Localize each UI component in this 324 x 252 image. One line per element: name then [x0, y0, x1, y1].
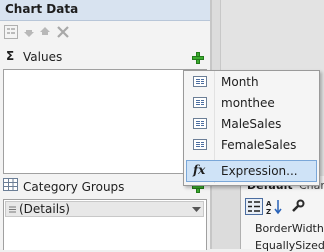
categorized-icon[interactable]	[245, 198, 263, 215]
field-icon	[193, 97, 207, 108]
menu-item-label: MaleSales	[221, 117, 282, 131]
menu-item-label: FemaleSales	[221, 138, 297, 152]
category-group-label: (Details)	[19, 202, 70, 216]
category-groups-label: Category Groups	[23, 180, 125, 194]
move-down-icon[interactable]	[22, 25, 36, 39]
chart-data-header: Chart Data	[0, 0, 210, 21]
field-icon	[193, 118, 207, 129]
svg-text:Z: Z	[266, 208, 271, 215]
svg-text:A: A	[266, 200, 272, 208]
values-label: Values	[23, 50, 63, 64]
alphabetical-sort-icon[interactable]: A Z	[266, 198, 283, 215]
chart-data-toolbar	[0, 21, 210, 43]
add-field-menu: Month monthee MaleSales FemaleSales fx E…	[183, 70, 320, 186]
category-groups-header: Category Groups	[0, 176, 210, 196]
chevron-down-icon[interactable]	[192, 207, 201, 213]
category-groups-list: (Details)	[3, 199, 207, 250]
property-row-label[interactable]: EquallySized	[255, 239, 324, 252]
chart-data-title: Chart Data	[5, 2, 79, 16]
properties-toolbar: A Z	[245, 196, 324, 216]
menu-item-field[interactable]: Month	[186, 72, 317, 93]
menu-item-label: Expression...	[221, 164, 298, 178]
sigma-icon: Σ	[6, 49, 15, 63]
values-section-header: Σ Values	[0, 47, 210, 67]
table-grid-icon	[3, 178, 18, 191]
menu-item-field[interactable]: monthee	[186, 93, 317, 114]
field-icon	[193, 76, 207, 87]
menu-item-expression[interactable]: fx Expression...	[186, 160, 317, 182]
add-value-plus-icon[interactable]	[192, 52, 204, 64]
properties-icon[interactable]	[4, 25, 18, 39]
values-drop-area[interactable]	[3, 69, 207, 174]
menu-item-field[interactable]: MaleSales	[186, 114, 317, 135]
move-up-icon[interactable]	[38, 25, 52, 39]
field-icon	[193, 139, 207, 150]
menu-item-label: Month	[221, 75, 259, 89]
group-lines-icon	[9, 206, 16, 213]
properties-panel: Default Chart A Z BorderWidth EquallySiz…	[240, 176, 324, 252]
property-row-label[interactable]: BorderWidth	[255, 222, 324, 235]
category-group-item[interactable]: (Details)	[5, 201, 204, 217]
wrench-icon[interactable]	[291, 199, 305, 213]
menu-item-field[interactable]: FemaleSales	[186, 135, 317, 156]
menu-item-label: monthee	[221, 96, 275, 110]
function-fx-icon: fx	[193, 163, 206, 177]
delete-icon[interactable]	[56, 25, 70, 39]
